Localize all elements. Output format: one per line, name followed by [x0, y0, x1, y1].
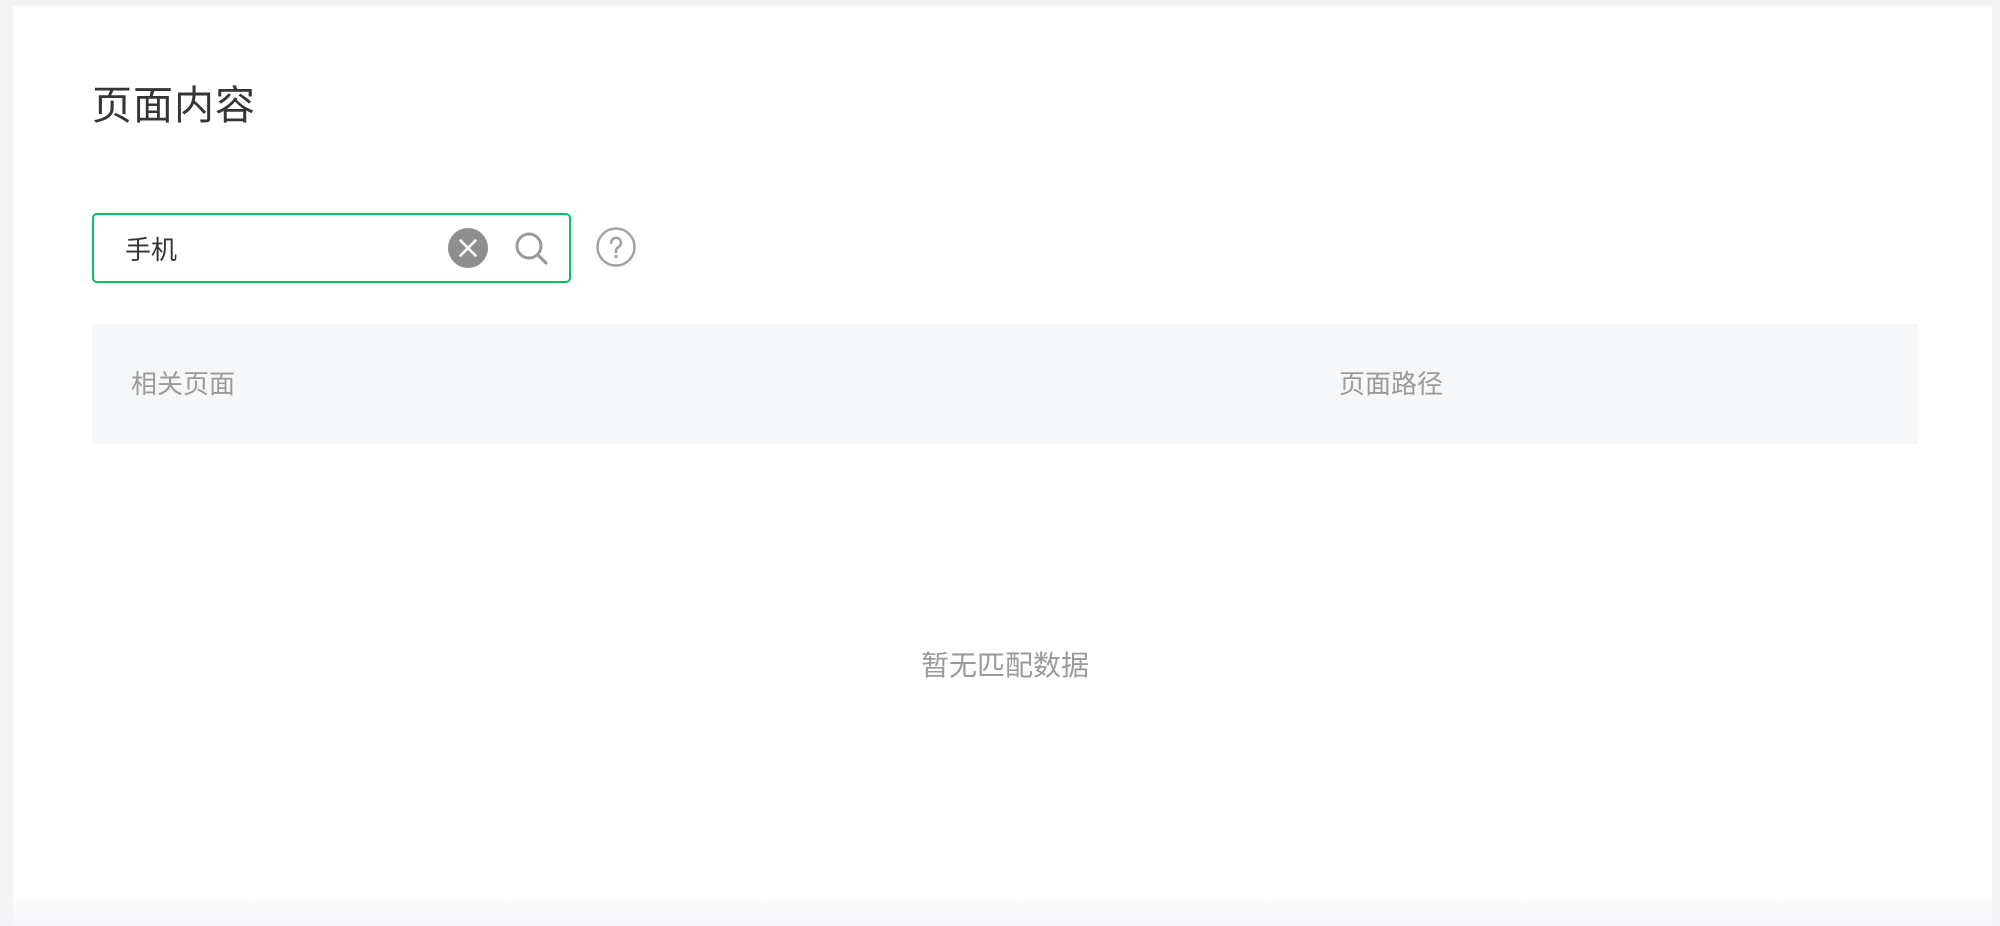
- search-box: [92, 213, 571, 283]
- content-panel: 页面内容 相关页面 页面路径 暂无匹配数据: [13, 6, 1992, 926]
- empty-state-text: 暂无匹配数据: [920, 650, 1089, 681]
- search-icon[interactable]: [512, 229, 552, 269]
- help-icon[interactable]: [596, 227, 636, 267]
- column-header-related-pages: 相关页面: [131, 369, 236, 399]
- column-header-page-path: 页面路径: [1339, 369, 1444, 399]
- clear-icon[interactable]: [447, 227, 489, 269]
- page-title: 页面内容: [92, 84, 256, 128]
- table-header: 相关页面 页面路径: [92, 324, 1918, 444]
- panel-bottom-fade: [13, 892, 1992, 926]
- search-input[interactable]: [125, 215, 425, 281]
